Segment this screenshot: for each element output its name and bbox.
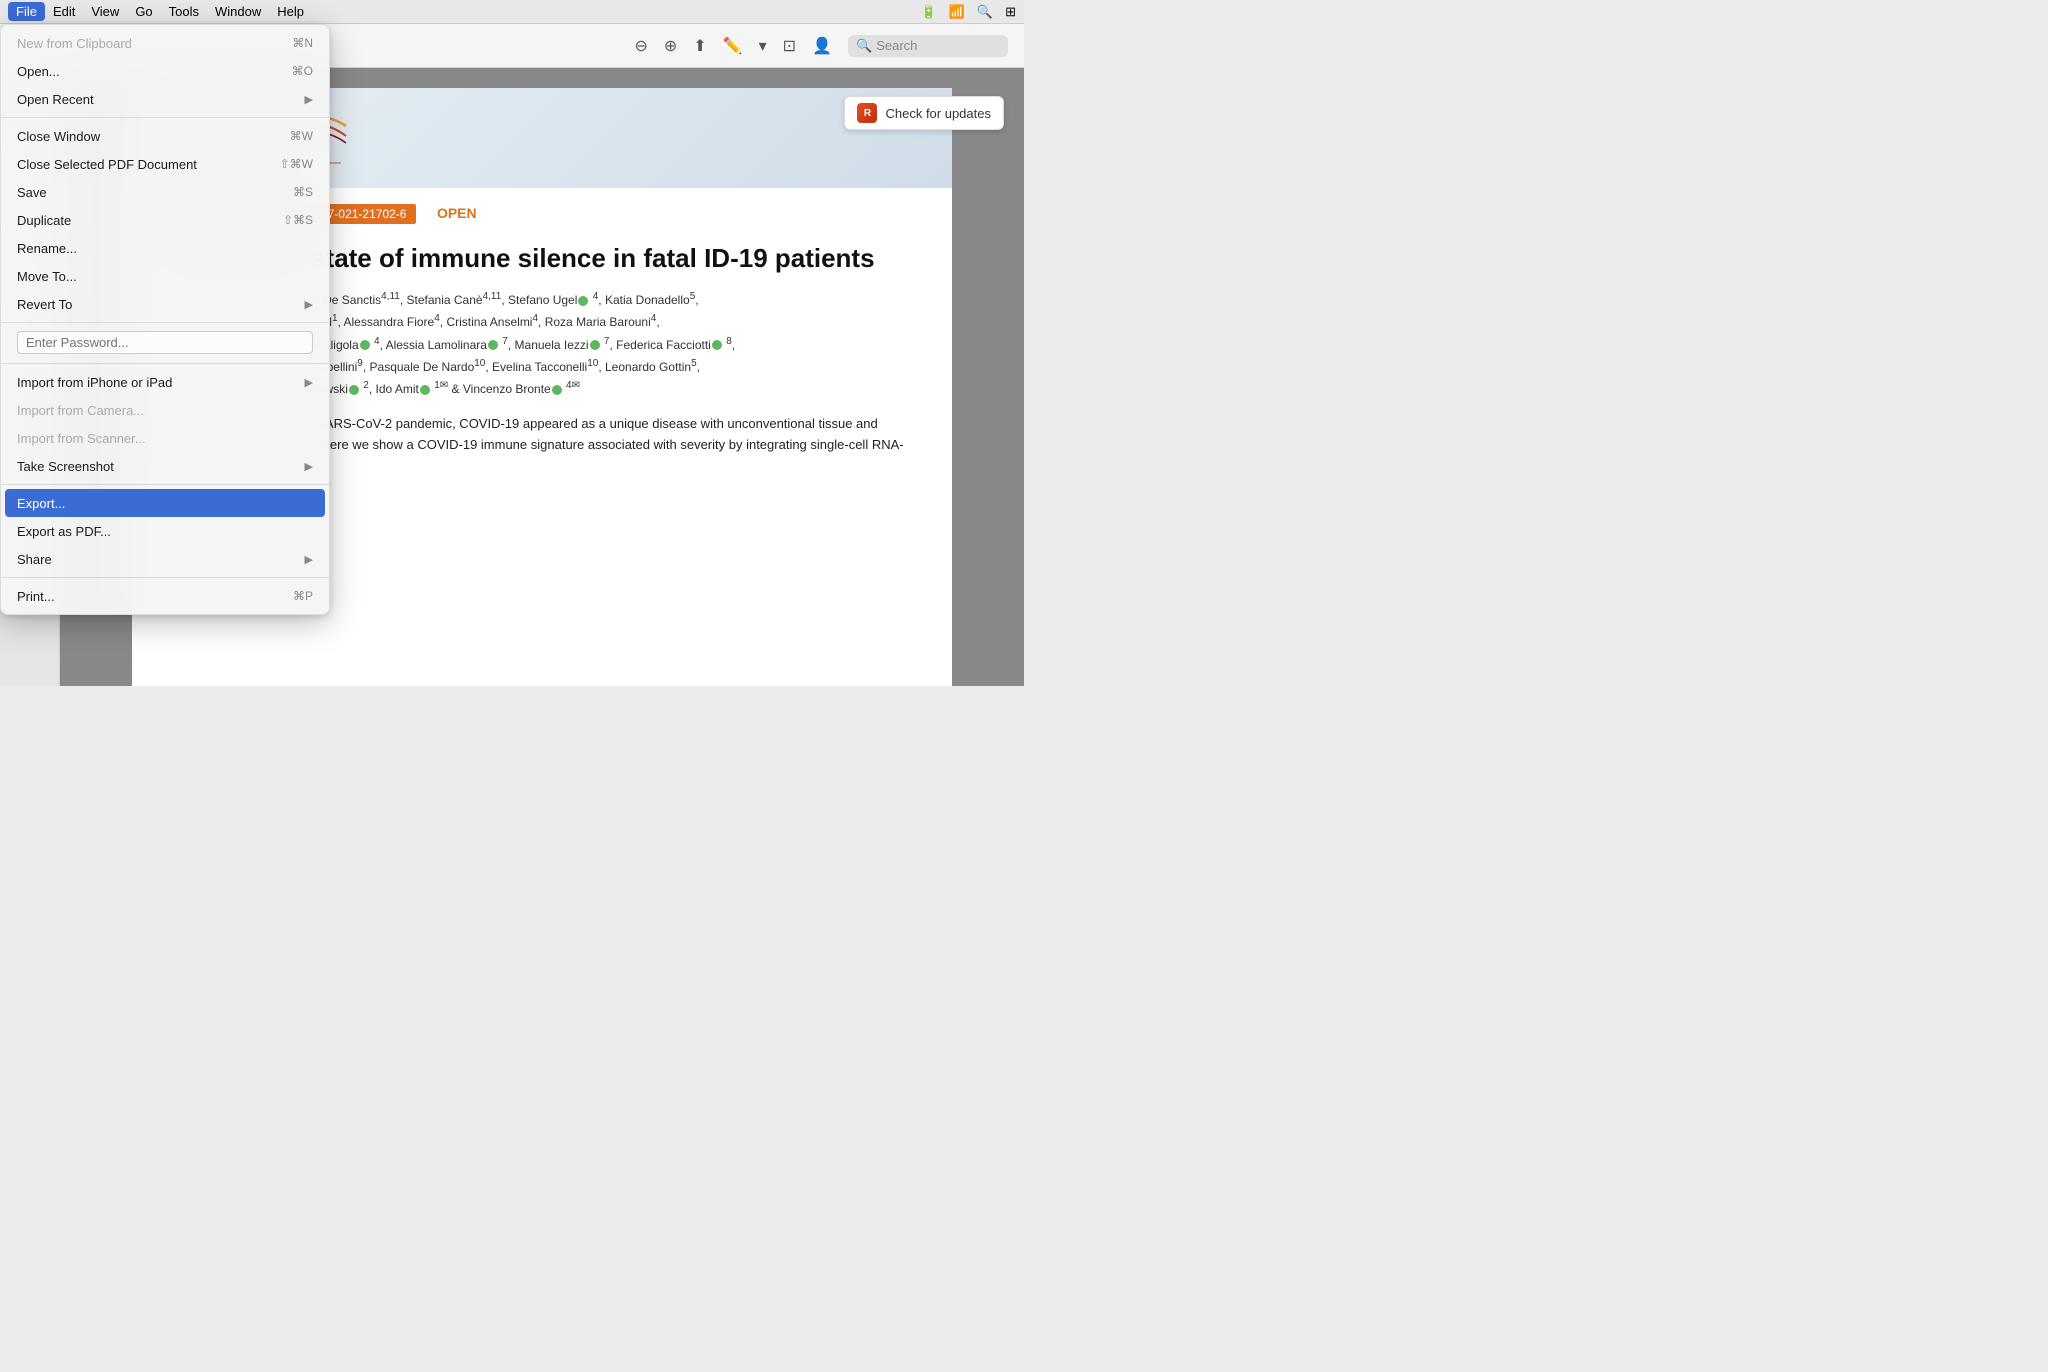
person-icon[interactable]: 👤 [812,36,832,56]
menu-item-export-pdf[interactable]: Export as PDF... [1,517,329,545]
toolbar-icons: ⊖ ⊕ ⬆ ✏️ ▾ ⊡ 👤 🔍 Search [635,35,1009,57]
menu-item-print[interactable]: Print... ⌘P [1,582,329,610]
print-label: Print... [17,589,293,604]
revert-to-arrow: ▶ [305,298,313,311]
annotate-arrow-icon[interactable]: ▾ [759,36,767,56]
search-placeholder: Search [876,38,917,53]
export-pdf-label: Export as PDF... [17,524,313,539]
check-updates-label: Check for updates [885,106,991,121]
open-recent-label: Open Recent [17,92,305,107]
open-badge: OPEN [437,205,477,221]
open-label: Open... [17,64,292,79]
separator-3 [1,363,329,364]
menu-item-move-to[interactable]: Move To... [1,262,329,290]
menubar-right: 🔋 📶 🔍 ⊞ [921,4,1016,20]
menu-item-close-window[interactable]: Close Window ⌘W [1,122,329,150]
share-label: Share [17,552,305,567]
zoom-out-icon[interactable]: ⊖ [635,36,648,56]
readdle-icon-text: R [864,108,871,119]
menu-item-import-camera[interactable]: Import from Camera... [1,396,329,424]
menu-item-save[interactable]: Save ⌘S [1,178,329,206]
close-window-shortcut: ⌘W [290,129,313,143]
take-screenshot-label: Take Screenshot [17,459,305,474]
menu-tools[interactable]: Tools [161,2,207,21]
new-clipboard-label: New from Clipboard [17,36,292,51]
menu-item-export[interactable]: Export... [5,489,325,517]
import-iphone-arrow: ▶ [305,376,313,389]
import-iphone-label: Import from iPhone or iPad [17,375,305,390]
annotate-icon[interactable]: ✏️ [723,36,743,56]
menu-item-open[interactable]: Open... ⌘O [1,57,329,85]
save-label: Save [17,185,293,200]
menubar: File Edit View Go Tools Window Help 🔋 📶 … [0,0,1024,24]
import-camera-label: Import from Camera... [17,403,313,418]
separator-1 [1,117,329,118]
close-pdf-label: Close Selected PDF Document [17,157,280,172]
wifi-icon: 📶 [949,4,965,20]
password-field-container [1,327,329,359]
search-icon[interactable]: 🔍 [977,4,993,20]
menu-item-revert-to[interactable]: Revert To ▶ [1,290,329,318]
close-window-label: Close Window [17,129,290,144]
menu-help[interactable]: Help [269,2,312,21]
move-to-label: Move To... [17,269,313,284]
separator-5 [1,577,329,578]
check-for-updates-badge[interactable]: R Check for updates [844,96,1004,130]
menu-item-take-screenshot[interactable]: Take Screenshot ▶ [1,452,329,480]
export-label: Export... [17,496,313,511]
menu-item-import-scanner[interactable]: Import from Scanner... [1,424,329,452]
close-pdf-shortcut: ⇧⌘W [280,157,313,171]
menu-view[interactable]: View [83,2,127,21]
menu-item-open-recent[interactable]: Open Recent ▶ [1,85,329,113]
readdle-icon: R [857,103,877,123]
search-bar-icon: 🔍 [856,38,872,54]
menu-go[interactable]: Go [127,2,160,21]
password-input[interactable] [17,331,313,354]
import-scanner-label: Import from Scanner... [17,431,313,446]
share-arrow: ▶ [305,553,313,566]
duplicate-shortcut: ⇧⌘S [283,213,313,227]
menu-item-share[interactable]: Share ▶ [1,545,329,573]
zoom-in-icon[interactable]: ⊕ [664,36,677,56]
open-shortcut: ⌘O [292,64,313,78]
menu-item-close-pdf[interactable]: Close Selected PDF Document ⇧⌘W [1,150,329,178]
control-icon[interactable]: ⊞ [1005,4,1016,20]
separator-2 [1,322,329,323]
revert-to-label: Revert To [17,297,305,312]
menu-file[interactable]: File [8,2,45,21]
battery-icon: 🔋 [921,4,937,20]
open-recent-arrow: ▶ [305,93,313,106]
menu-edit[interactable]: Edit [45,2,83,21]
menu-item-import-iphone[interactable]: Import from iPhone or iPad ▶ [1,368,329,396]
menu-window[interactable]: Window [207,2,269,21]
print-shortcut: ⌘P [293,589,313,603]
search-bar[interactable]: 🔍 Search [848,35,1008,57]
take-screenshot-arrow: ▶ [305,460,313,473]
duplicate-label: Duplicate [17,213,283,228]
page-view-icon[interactable]: ⊡ [783,36,796,56]
share-icon[interactable]: ⬆ [693,36,706,56]
menu-item-new-clipboard[interactable]: New from Clipboard ⌘N [1,29,329,57]
separator-4 [1,484,329,485]
rename-label: Rename... [17,241,313,256]
save-shortcut: ⌘S [293,185,313,199]
menu-item-rename[interactable]: Rename... [1,234,329,262]
new-clipboard-shortcut: ⌘N [292,36,313,50]
file-dropdown-menu: New from Clipboard ⌘N Open... ⌘O Open Re… [0,24,330,615]
menu-item-duplicate[interactable]: Duplicate ⇧⌘S [1,206,329,234]
